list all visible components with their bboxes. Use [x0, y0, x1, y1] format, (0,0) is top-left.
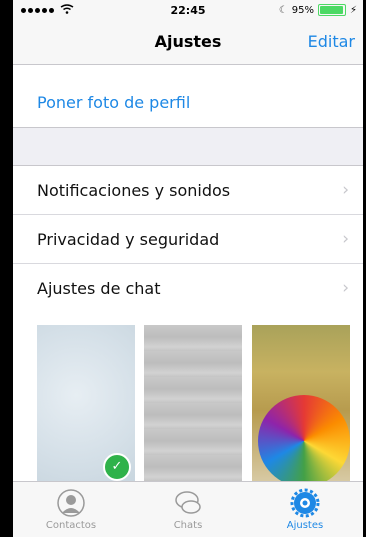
status-bar: 22:45 ☾ 95% ⚡ — [13, 0, 363, 20]
tab-label: Contactos — [45, 520, 97, 531]
chevron-right-icon: › — [342, 180, 349, 200]
settings-row-label: Privacidad y seguridad — [37, 230, 220, 249]
wallpaper-pattern[interactable]: ✓ — [37, 325, 135, 481]
chevron-right-icon: › — [342, 229, 349, 249]
settings-row-privacy[interactable]: Privacidad y seguridad › — [13, 215, 363, 264]
settings-icon — [290, 488, 320, 518]
chevron-right-icon: › — [342, 278, 349, 298]
tab-settings[interactable]: Ajustes — [247, 482, 363, 537]
moon-icon: ☾ — [278, 4, 288, 16]
tab-bar: Contactos Chats Ajustes — [13, 481, 363, 537]
settings-row-notifications[interactable]: Notificaciones y sonidos › — [13, 166, 363, 215]
set-profile-photo-link[interactable]: Poner foto de perfil — [37, 93, 190, 112]
contacts-icon — [56, 488, 86, 518]
tab-label: Ajustes — [286, 520, 324, 531]
charging-icon: ⚡ — [349, 4, 357, 16]
chats-icon — [173, 488, 203, 518]
battery-percent: 95% — [291, 4, 314, 16]
umbrella-image — [258, 395, 350, 481]
settings-row-chat[interactable]: Ajustes de chat › — [13, 264, 363, 313]
selected-check-icon: ✓ — [103, 453, 131, 481]
wallpaper-umbrella[interactable] — [252, 325, 350, 481]
tab-chats[interactable]: Chats — [130, 482, 246, 537]
tab-contacts[interactable]: Contactos — [13, 482, 129, 537]
settings-row-label: Notificaciones y sonidos — [37, 181, 231, 200]
wallpaper-picker: ✓ — [13, 311, 363, 481]
tab-label: Chats — [173, 520, 203, 531]
wallpaper-wood[interactable] — [144, 325, 242, 481]
edit-button[interactable]: Editar — [308, 32, 355, 51]
navigation-bar: Ajustes Editar — [13, 20, 363, 65]
set-profile-photo-row[interactable]: Poner foto de perfil — [13, 65, 363, 128]
phone-screen: 22:45 ☾ 95% ⚡ Ajustes Editar Poner foto … — [13, 0, 363, 537]
battery-fill — [319, 6, 343, 14]
battery-icon — [317, 4, 346, 16]
status-right: ☾ 95% ⚡ — [279, 4, 357, 16]
settings-row-label: Ajustes de chat — [37, 279, 161, 298]
settings-list: Notificaciones y sonidos › Privacidad y … — [13, 165, 363, 313]
